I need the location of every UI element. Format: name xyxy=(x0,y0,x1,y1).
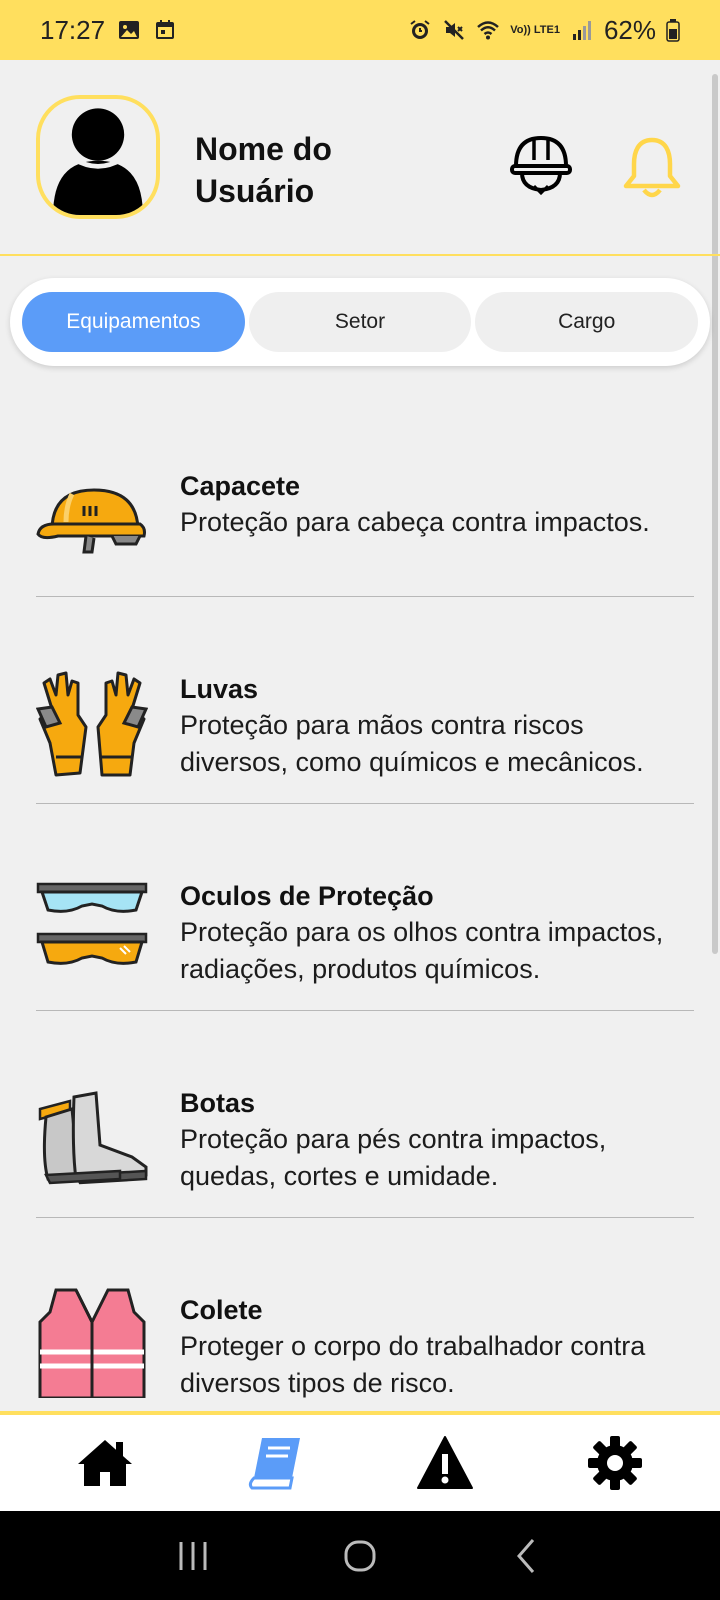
item-title: Luvas xyxy=(180,674,259,704)
status-left: 17:27 xyxy=(40,15,177,46)
item-title: Oculos de Proteção xyxy=(180,881,434,911)
back-button[interactable] xyxy=(507,1536,547,1576)
recent-apps-button[interactable] xyxy=(173,1536,213,1576)
gallery-icon xyxy=(117,18,141,42)
gloves-icon xyxy=(35,665,149,777)
list-item[interactable]: Colete Proteger o corpo do trabalhador c… xyxy=(36,1264,694,1424)
user-name: Nome do Usuário xyxy=(195,131,332,209)
user-silhouette-icon xyxy=(53,108,143,215)
status-bar: 17:27 Vo)) LTE1 62% xyxy=(0,0,720,60)
safety-helmet-icon xyxy=(510,135,572,196)
boots-icon xyxy=(36,1079,148,1191)
network-type-label: Vo)) LTE1 xyxy=(510,23,560,36)
list-item[interactable]: Oculos de Proteção Proteção para os olho… xyxy=(36,850,694,1011)
warning-icon xyxy=(417,1436,473,1489)
item-title: Capacete xyxy=(180,471,301,501)
item-text: Botas Proteção para pés contra impactos,… xyxy=(180,1057,694,1195)
nav-settings-button[interactable] xyxy=(586,1434,644,1492)
battery-percent: 62% xyxy=(603,14,656,45)
item-description: Proteção para os olhos contra impactos, … xyxy=(180,917,664,984)
bottom-navigation xyxy=(0,1411,720,1511)
item-description: Proteção para mãos contra riscos diverso… xyxy=(180,710,644,777)
nav-warning-button[interactable] xyxy=(416,1434,474,1492)
item-description: Proteção para pés contra impactos, queda… xyxy=(180,1124,607,1191)
bell-icon xyxy=(623,137,681,198)
recent-apps-icon xyxy=(179,1541,207,1570)
calendar-icon xyxy=(153,18,177,42)
list-item[interactable]: Capacete Proteção para cabeça contra imp… xyxy=(36,440,694,597)
mute-icon xyxy=(442,18,466,42)
item-description: Proteção para cabeça contra impactos. xyxy=(180,507,650,537)
item-text: Oculos de Proteção Proteção para os olho… xyxy=(180,850,694,988)
alarm-icon xyxy=(408,18,432,42)
home-system-button[interactable] xyxy=(340,1536,380,1576)
item-text: Colete Proteger o corpo do trabalhador c… xyxy=(180,1264,694,1402)
helmet-icon xyxy=(36,462,148,574)
item-text: Luvas Proteção para mãos contra riscos d… xyxy=(180,643,694,781)
goggles-icon xyxy=(36,872,148,984)
equipment-list: Capacete Proteção para cabeça contra imp… xyxy=(35,440,694,1470)
status-time: 17:27 xyxy=(40,14,106,45)
item-title: Botas xyxy=(180,1088,256,1118)
gear-icon xyxy=(588,1436,642,1490)
item-title: Colete xyxy=(180,1295,263,1325)
tab-equipamentos[interactable]: Equipamentos xyxy=(22,292,245,352)
vest-icon xyxy=(36,1286,148,1400)
back-chevron-icon xyxy=(516,1538,534,1573)
book-icon xyxy=(248,1438,300,1490)
signal-icon xyxy=(570,18,594,42)
notifications-button[interactable] xyxy=(622,134,682,200)
tab-setor[interactable]: Setor xyxy=(248,292,472,352)
list-item[interactable]: Luvas Proteção para mãos contra riscos d… xyxy=(35,643,694,804)
profile-header: Nome do Usuário xyxy=(0,60,720,256)
system-navigation-bar xyxy=(0,1511,720,1600)
nav-book-button[interactable] xyxy=(246,1434,304,1492)
safety-helmet-button[interactable] xyxy=(508,130,574,196)
tab-cargo[interactable]: Cargo xyxy=(475,292,699,352)
status-right: Vo)) LTE1 62% xyxy=(408,15,680,46)
list-item[interactable]: Botas Proteção para pés contra impactos,… xyxy=(36,1057,694,1218)
home-icon xyxy=(78,1440,132,1486)
category-tabs: Equipamentos Setor Cargo xyxy=(10,278,710,366)
nav-home-button[interactable] xyxy=(76,1434,134,1492)
item-description: Proteger o corpo do trabalhador contra d… xyxy=(180,1331,646,1398)
home-circle-icon xyxy=(344,1540,376,1571)
avatar[interactable] xyxy=(36,95,160,219)
app-screen: 17:27 Vo)) LTE1 62% Nome do Usuário Equi… xyxy=(0,0,720,1600)
wifi-icon xyxy=(476,18,500,42)
item-text: Capacete Proteção para cabeça contra imp… xyxy=(180,440,694,541)
battery-icon xyxy=(666,18,680,42)
